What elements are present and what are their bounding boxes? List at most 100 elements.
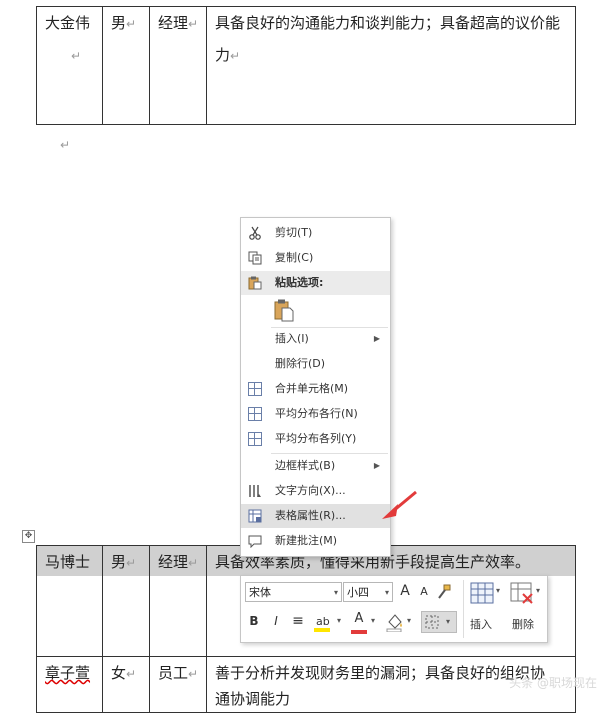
cell-desc[interactable]: 具备良好的沟通能力和谈判能力；具备超高的议价能力↵ [206, 6, 576, 125]
font-family-value: 宋体 [249, 586, 271, 599]
cell-text: 通协调能力 [215, 690, 291, 708]
chevron-down-icon[interactable]: ▾ [337, 616, 341, 625]
menu-item-new-comment[interactable]: 新建批注(M) [241, 529, 390, 553]
insert-table-icon [470, 582, 494, 604]
merge-cells-icon [248, 382, 262, 396]
menu-item-table-properties[interactable]: 表格属性(R)... [241, 504, 390, 528]
cell-gender[interactable]: 男↵ [102, 6, 150, 125]
shrink-font-icon: A [420, 585, 428, 598]
submenu-arrow-icon: ▶ [373, 461, 380, 470]
para-mark: ↵ [188, 17, 199, 31]
delete-table-icon [510, 582, 533, 604]
chevron-down-icon: ▾ [536, 586, 541, 595]
scissors-icon [249, 226, 261, 240]
cell-text: 员工 [158, 664, 189, 682]
grow-font-button[interactable]: A [397, 583, 413, 599]
format-painter-icon[interactable] [435, 584, 453, 600]
menu-item-distribute-cols[interactable]: 平均分布各列(Y) [241, 427, 390, 451]
para-mark: ↵ [126, 17, 137, 31]
insert-label: 插入 [470, 618, 492, 631]
copy-icon [248, 251, 262, 265]
cell-name[interactable]: 大金伟 ↵ [36, 6, 103, 125]
menu-header-paste-options: 粘贴选项: [241, 271, 390, 295]
cell-title[interactable]: 经理↵ [149, 6, 207, 125]
menu-item-label: 文字方向(X)... [275, 484, 346, 497]
cell-gender[interactable]: 女↵ [102, 656, 150, 713]
chevron-down-icon: ▾ [446, 617, 451, 626]
insert-button[interactable]: ▾ 插入 [468, 578, 504, 638]
font-size-select[interactable]: 小四 ▾ [343, 582, 393, 602]
menu-item-border-styles[interactable]: 边框样式(B) ▶ [241, 454, 390, 478]
menu-item-label: 剪切(T) [275, 226, 313, 239]
cell-text: 善于分析并发现财务里的漏洞；具备良好的组织协 [215, 664, 546, 682]
shading-icon[interactable] [385, 612, 405, 632]
cell-text: 经理 [158, 14, 189, 32]
comment-icon [248, 535, 262, 548]
delete-label: 删除 [512, 618, 534, 631]
menu-item-label: 平均分布各列(Y) [275, 432, 357, 445]
menu-item-label: 复制(C) [275, 251, 314, 264]
context-menu: 剪切(T) 复制(C) 粘贴选项: 插入(I) ▶ 删除行(D) 合并单元格(M… [240, 217, 391, 557]
para-mark: ↵ [188, 556, 199, 570]
menu-item-label: 删除行(D) [275, 357, 326, 370]
paste-clipboard-icon [274, 299, 294, 322]
cell-text: 大金伟 [45, 14, 91, 32]
menu-item-distribute-rows[interactable]: 平均分布各行(N) [241, 402, 390, 426]
table-properties-icon [248, 509, 262, 523]
menu-item-insert[interactable]: 插入(I) ▶ [241, 327, 390, 351]
shrink-font-button[interactable]: A [417, 585, 431, 598]
menu-item-label: 合并单元格(M) [275, 382, 349, 395]
menu-item-delete-row[interactable]: 删除行(D) [241, 352, 390, 376]
bold-icon: B [249, 614, 259, 628]
cell-name[interactable]: 马博士 [36, 545, 103, 657]
para-mark: ↵ [126, 667, 137, 681]
cell-name[interactable]: 章子萱 [36, 656, 103, 713]
para-mark: ↵ [71, 49, 82, 63]
cell-text: 男 [111, 14, 127, 32]
chevron-down-icon: ▾ [384, 588, 389, 597]
toolbar-divider [463, 580, 464, 638]
align-button[interactable]: ≡ [289, 613, 307, 629]
para-mark: ↵ [126, 556, 137, 570]
top-table: 大金伟 ↵ 男↵ 经理↵ 具备良好的沟通能力和谈判能力；具备超高的议价能力↵ [36, 6, 576, 125]
text-direction-icon [249, 485, 261, 497]
watermark: 头条 @职场现在 [509, 676, 597, 690]
italic-icon: I [274, 614, 278, 628]
menu-item-label: 粘贴选项: [275, 276, 324, 289]
menu-item-copy[interactable]: 复制(C) [241, 246, 390, 270]
menu-item-text-direction[interactable]: 文字方向(X)... [241, 479, 390, 503]
chevron-down-icon[interactable]: ▾ [371, 616, 375, 625]
para-mark: ↵ [230, 49, 241, 63]
table-row: 大金伟 ↵ 男↵ 经理↵ 具备良好的沟通能力和谈判能力；具备超高的议价能力↵ [36, 6, 576, 125]
highlight-color-button[interactable]: ab [313, 613, 335, 633]
font-family-select[interactable]: 宋体 ▾ [245, 582, 342, 602]
chevron-down-icon: ▾ [333, 588, 338, 597]
table-move-handle-icon[interactable]: ✥ [22, 530, 35, 543]
menu-item-label: 新建批注(M) [275, 534, 338, 547]
menu-item-label: 插入(I) [275, 332, 309, 345]
table-row: 章子萱 女↵ 员工↵ 善于分析并发现财务里的漏洞；具备良好的组织协 通协调能力 [36, 656, 576, 713]
chevron-down-icon: ▾ [496, 586, 501, 595]
font-color-button[interactable]: A [351, 611, 367, 626]
borders-button[interactable]: ▾ [421, 611, 457, 633]
italic-button[interactable]: I [269, 614, 283, 628]
bold-button[interactable]: B [247, 614, 261, 628]
menu-item-cut[interactable]: 剪切(T) [241, 221, 390, 245]
borders-icon [425, 615, 439, 629]
align-icon: ≡ [292, 613, 304, 629]
menu-item-label: 表格属性(R)... [275, 509, 346, 522]
menu-item-label: 边框样式(B) [275, 459, 336, 472]
cell-title[interactable]: 员工↵ [149, 656, 207, 713]
chevron-down-icon[interactable]: ▾ [407, 616, 411, 625]
menu-item-merge-cells[interactable]: 合并单元格(M) [241, 377, 390, 401]
paste-keep-text-button[interactable] [272, 298, 296, 322]
clipboard-icon [248, 276, 262, 290]
svg-text:ab: ab [316, 615, 330, 628]
delete-button[interactable]: ▾ 删除 [508, 578, 544, 638]
font-color-swatch [351, 630, 367, 634]
cell-text: 女 [111, 664, 127, 682]
cell-text: 马博士 [45, 553, 91, 571]
cell-gender[interactable]: 男↵ [102, 545, 150, 657]
cell-title[interactable]: 经理↵ [149, 545, 207, 657]
cell-text: 章子萱 [45, 664, 91, 682]
